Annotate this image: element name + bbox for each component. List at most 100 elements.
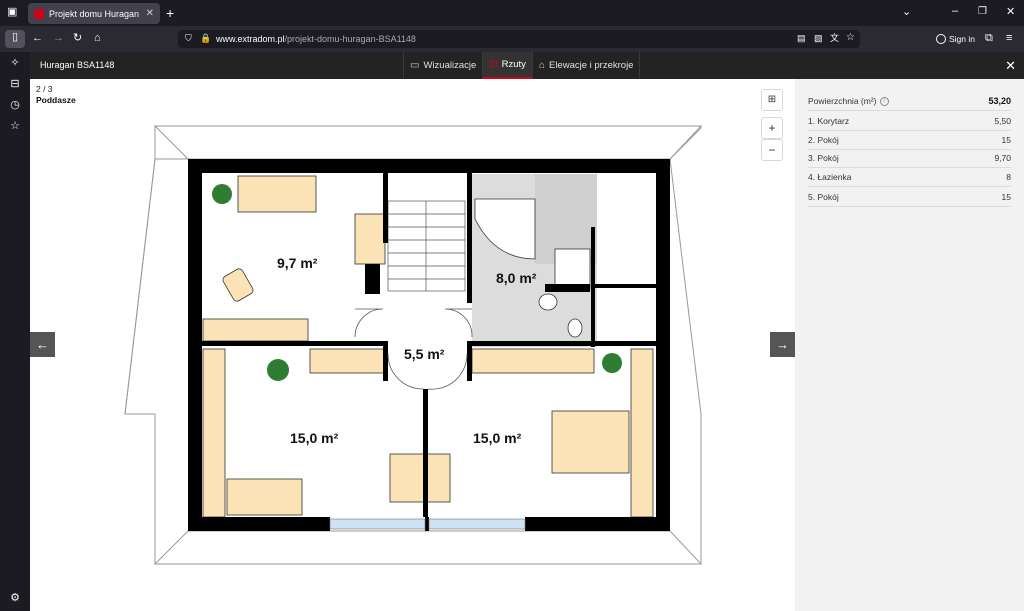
restore-icon[interactable]: ❐ — [978, 7, 987, 17]
info-icon[interactable]: i — [879, 97, 889, 107]
zoom-out-button[interactable]: − — [761, 139, 783, 161]
room-value: 5,50 — [994, 116, 1011, 126]
arrow-right-icon: → — [776, 337, 789, 352]
fit-screen-icon: ⊞ — [767, 94, 777, 105]
floor-name: Poddasze — [36, 95, 76, 105]
sign-in-label: Sign in — [949, 34, 975, 44]
room-row: 5. Pokój 15 — [808, 188, 1011, 207]
viewer-tabs: ▭ Wizualizacje ⊡ Rzuty ⌂ Elewacje i prze… — [403, 52, 641, 79]
tab-overview-icon[interactable]: ▣ — [7, 7, 17, 18]
new-tab-icon[interactable]: + — [166, 6, 174, 20]
close-tab-icon[interactable]: ✕ — [146, 8, 154, 19]
room-area-label: 8,0 m² — [496, 270, 537, 286]
room-value: 15 — [1001, 192, 1011, 202]
tab-label: Rzuty — [501, 59, 526, 70]
tab-label: Elewacje i przekroje — [548, 60, 634, 71]
site-favicon — [34, 8, 44, 19]
wardrobe-right — [471, 348, 595, 374]
shower — [554, 248, 591, 290]
prev-floor-button[interactable]: ← — [30, 332, 55, 357]
back-icon[interactable]: ← — [32, 33, 43, 44]
sign-in-button[interactable]: Sign in — [934, 30, 978, 48]
bed-2 — [226, 478, 303, 516]
translate-icon[interactable]: 文 — [830, 34, 839, 43]
sofa — [202, 318, 309, 342]
reader-view-icon[interactable]: ▤ — [797, 34, 806, 43]
room-name: 2. Pokój — [808, 135, 839, 145]
room-area-label: 5,5 m² — [404, 346, 445, 362]
desk-2 — [389, 453, 451, 503]
room-row: 3. Pokój 9,70 — [808, 149, 1011, 168]
total-area-label: Powierzchnia (m²) — [808, 95, 877, 106]
wardrobe-left — [309, 348, 386, 374]
bed-3 — [551, 410, 630, 474]
lock-icon[interactable]: 🔒 — [200, 34, 211, 43]
bookmark-star-icon[interactable]: ☆ — [846, 33, 855, 43]
room-area-label: 15,0 m² — [473, 430, 522, 446]
total-area-value: 53,20 — [988, 96, 1011, 106]
url-host: www.extradom.pl — [216, 34, 285, 44]
area-summary-panel: Powierzchnia (m²) i 53,20 1. Korytarz 5,5… — [795, 79, 1024, 611]
tab-elewacje[interactable]: ⌂ Elewacje i przekroje — [531, 52, 641, 79]
fit-screen-button[interactable]: ⊞ — [761, 89, 783, 111]
home-icon[interactable]: ⌂ — [94, 33, 101, 44]
room-row: 1. Korytarz 5,50 — [808, 112, 1011, 131]
window-close-icon[interactable]: ✕ — [1006, 7, 1015, 18]
room-row: 2. Pokój 15 — [808, 131, 1011, 150]
sink — [538, 293, 558, 311]
browser-sidebar: ▯ ✧ ⊟ ◷ ☆ ⚙ — [0, 30, 30, 611]
total-area-row: Powierzchnia (m²) i 53,20 — [808, 92, 1011, 111]
shelf-right — [630, 348, 654, 518]
shield-icon[interactable]: ⛉ — [185, 34, 192, 43]
forward-icon[interactable]: → — [53, 33, 64, 44]
next-floor-button[interactable]: → — [770, 332, 795, 357]
room-row: 4. Łazienka 8 — [808, 168, 1011, 187]
address-bar[interactable]: ⛉ 🔒 www.extradom.pl/projekt-domu-huragan… — [178, 30, 860, 48]
room-name: 1. Korytarz — [808, 116, 850, 126]
room-name: 4. Łazienka — [808, 172, 852, 182]
tab-wizualizacje[interactable]: ▭ Wizualizacje — [403, 52, 482, 79]
room-value: 9,70 — [994, 153, 1011, 163]
tab-label: Wizualizacje — [423, 60, 477, 71]
bookmarks-icon[interactable]: ☆ — [8, 119, 22, 133]
room-value: 8 — [1006, 172, 1011, 182]
room-name: 3. Pokój — [808, 153, 839, 163]
monitor-icon: ▭ — [410, 60, 420, 71]
account-icon — [936, 34, 946, 44]
history-icon[interactable]: ◷ — [8, 98, 22, 112]
floorplan-icon: ⊡ — [489, 59, 498, 70]
project-title: Huragan BSA1148 — [40, 60, 115, 70]
toilet — [567, 318, 583, 338]
sidebar-toggle-icon[interactable]: ▯ — [5, 30, 25, 48]
plant-3 — [602, 353, 622, 373]
reload-icon[interactable]: ↻ — [73, 33, 82, 44]
viewer-header: Huragan BSA1148 ▭ Wizualizacje ⊡ Rzuty ⌂… — [30, 52, 1024, 79]
picture-icon[interactable]: ▧ — [814, 34, 823, 43]
room-value: 15 — [1001, 135, 1011, 145]
extensions-icon[interactable]: ⧉ — [985, 33, 993, 44]
menu-icon[interactable]: ≡ — [1006, 33, 1012, 44]
tab-list-chevron-icon[interactable]: ⌄ — [902, 7, 911, 18]
desk — [354, 213, 386, 265]
browser-tab[interactable]: Projekt domu Huragan 121 m² ✕ — [28, 3, 160, 24]
settings-gear-icon[interactable]: ⚙ — [8, 591, 22, 605]
ai-chat-icon[interactable]: ✧ — [8, 56, 22, 70]
tab-rzuty[interactable]: ⊡ Rzuty — [482, 52, 532, 79]
shelf-left — [202, 348, 226, 518]
tab-title: Projekt domu Huragan 121 m² — [49, 8, 142, 19]
page-indicator: 2 / 3 — [36, 84, 53, 94]
room-name: 5. Pokój — [808, 192, 839, 202]
browser-tab-bar: ▣ Projekt domu Huragan 121 m² ✕ + ⌄ – ❐ … — [0, 0, 1024, 26]
arrow-left-icon: ← — [36, 337, 49, 352]
plant-1 — [212, 184, 232, 204]
plant-2 — [267, 359, 289, 381]
synced-tabs-icon[interactable]: ⊟ — [8, 77, 22, 91]
zoom-in-button[interactable]: + — [761, 117, 783, 139]
floor-plan-viewer: 2 / 3 Poddasze ⊞ + − ← → 9,7 m² 8,0 m² 5… — [30, 79, 795, 611]
house-icon: ⌂ — [538, 60, 545, 71]
minimize-icon[interactable]: – — [952, 6, 958, 17]
room-area-label: 9,7 m² — [277, 255, 318, 271]
room-area-label: 15,0 m² — [290, 430, 339, 446]
close-viewer-icon[interactable]: ✕ — [1005, 58, 1016, 74]
url-path: /projekt-domu-huragan-BSA1148 — [284, 34, 416, 44]
